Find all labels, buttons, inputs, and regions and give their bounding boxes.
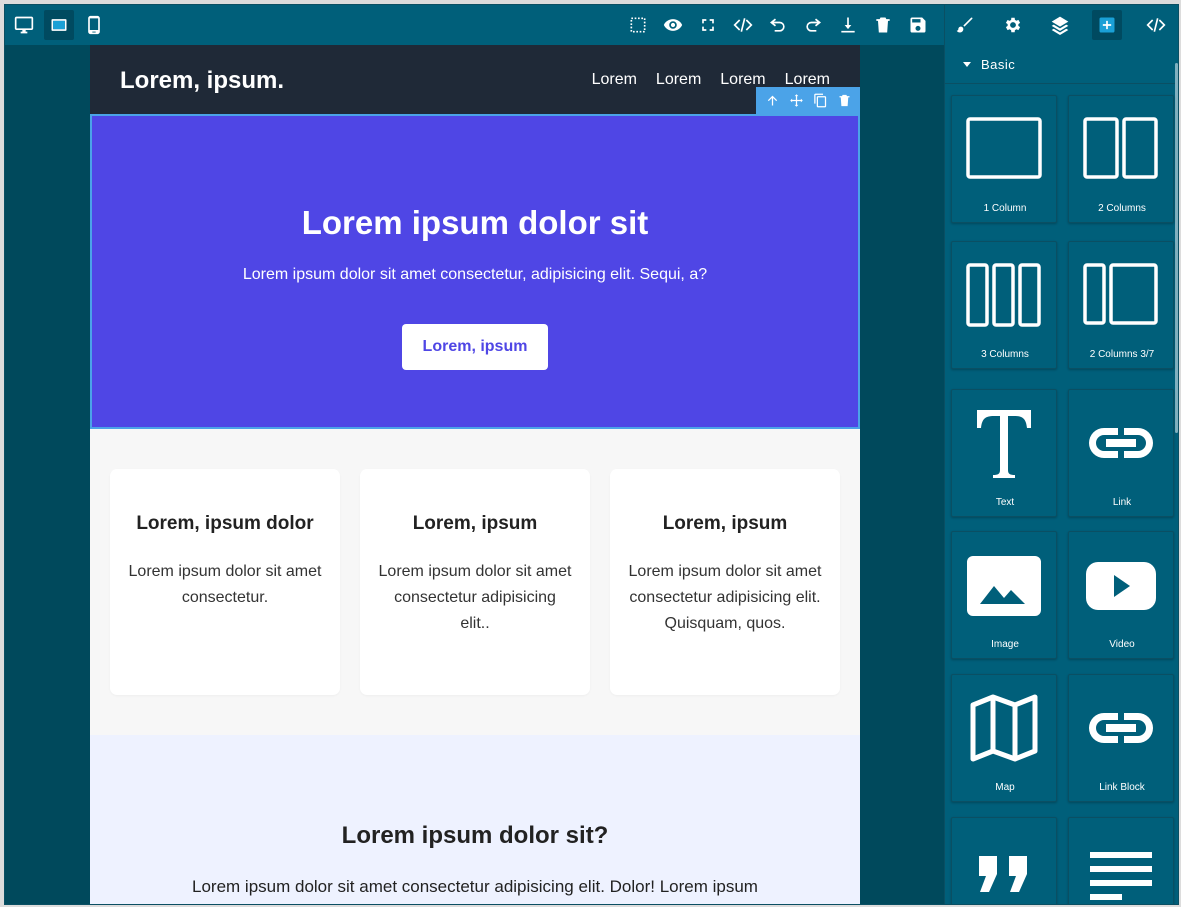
move-icon[interactable]: [789, 93, 804, 108]
copy-icon[interactable]: [813, 93, 828, 108]
style-manager-icon[interactable]: [950, 10, 980, 40]
block-text-section[interactable]: [1068, 817, 1174, 904]
faq-text[interactable]: Lorem ipsum dolor sit amet consectetur a…: [90, 877, 860, 897]
block-1-column[interactable]: 1 Column: [951, 95, 1057, 223]
settings-icon[interactable]: [998, 10, 1028, 40]
block-image[interactable]: Image: [951, 531, 1057, 659]
block-label: Image: [991, 639, 1019, 650]
card-title[interactable]: Lorem, ipsum: [360, 513, 590, 535]
select-parent-icon[interactable]: [765, 93, 780, 108]
block-category-label: Basic: [981, 56, 1016, 72]
faq-title[interactable]: Lorem ipsum dolor sit?: [90, 822, 860, 850]
block-video[interactable]: Video: [1068, 531, 1174, 659]
hero-button[interactable]: Lorem, ipsum: [402, 324, 548, 370]
text-section-icon: [1082, 836, 1160, 904]
redo-icon[interactable]: [798, 10, 828, 40]
export-icon[interactable]: [833, 10, 863, 40]
map-icon: [965, 693, 1043, 763]
block-link[interactable]: Link: [1068, 389, 1174, 517]
preview-icon[interactable]: [658, 10, 688, 40]
feature-card[interactable]: Lorem, ipsum Lorem ipsum dolor sit amet …: [360, 469, 590, 695]
block-2-columns-3-7[interactable]: 2 Columns 3/7: [1068, 241, 1174, 369]
selection-toolbar: [756, 87, 860, 114]
card-text[interactable]: Lorem ipsum dolor sit amet consectetur a…: [628, 559, 822, 637]
top-toolbar: [5, 5, 944, 45]
card-text[interactable]: Lorem ipsum dolor sit amet consectetur.: [128, 559, 322, 611]
two-columns-icon: [1082, 114, 1160, 184]
link-icon: [1082, 408, 1160, 478]
layer-manager-icon[interactable]: [1045, 10, 1075, 40]
caret-down-icon: [963, 61, 971, 67]
hero-subtitle[interactable]: Lorem ipsum dolor sit amet consectetur, …: [92, 266, 858, 284]
nav-link[interactable]: Lorem: [656, 71, 701, 89]
mobile-icon[interactable]: [79, 10, 109, 40]
one-column-icon: [965, 114, 1043, 184]
canvas-frame: Lorem, ipsum. Lorem Lorem Lorem Lorem Lo…: [90, 45, 860, 904]
block-label: 1 Column: [983, 203, 1027, 214]
hero-section[interactable]: Lorem ipsum dolor sit Lorem ipsum dolor …: [90, 114, 860, 429]
feature-card[interactable]: Lorem, ipsum Lorem ipsum dolor sit amet …: [610, 469, 840, 695]
block-label: Link Block: [1099, 782, 1145, 793]
hero-title[interactable]: Lorem ipsum dolor sit: [92, 204, 858, 242]
block-label: 2 Columns 3/7: [1089, 349, 1155, 360]
link-block-icon: [1082, 693, 1160, 763]
canvas: Lorem, ipsum. Lorem Lorem Lorem Lorem Lo…: [5, 45, 944, 904]
two-columns-3-7-icon: [1082, 260, 1160, 330]
desktop-icon[interactable]: [9, 10, 39, 40]
three-columns-icon: [965, 260, 1043, 330]
sw-visibility-icon[interactable]: [623, 10, 653, 40]
block-3-columns[interactable]: 3 Columns: [951, 241, 1057, 369]
features-section[interactable]: Lorem, ipsum dolor Lorem ipsum dolor sit…: [90, 429, 860, 735]
video-icon: [1082, 550, 1160, 620]
feature-card[interactable]: Lorem, ipsum dolor Lorem ipsum dolor sit…: [110, 469, 340, 695]
scrollbar[interactable]: [1175, 63, 1178, 433]
blocks-panel: Basic 1 Column 2 Columns 3 Columns 2 Col…: [944, 45, 1178, 904]
block-link-block[interactable]: Link Block: [1068, 674, 1174, 802]
nav-link[interactable]: Lorem: [592, 71, 637, 89]
text-icon: [965, 408, 1043, 478]
block-label: Text: [995, 497, 1015, 508]
block-map[interactable]: Map: [951, 674, 1057, 802]
blocks-icon[interactable]: [1092, 10, 1122, 40]
block-category-header[interactable]: Basic: [945, 45, 1178, 84]
block-label: 3 Columns: [981, 349, 1029, 360]
panel-switcher: [944, 5, 1178, 45]
save-icon[interactable]: [903, 10, 933, 40]
faq-section[interactable]: Lorem ipsum dolor sit? Lorem ipsum dolor…: [90, 735, 860, 904]
image-icon: [965, 550, 1043, 620]
editor-app: Lorem, ipsum. Lorem Lorem Lorem Lorem Lo…: [4, 4, 1179, 905]
undo-icon[interactable]: [763, 10, 793, 40]
card-title[interactable]: Lorem, ipsum dolor: [110, 513, 340, 535]
block-quote[interactable]: [951, 817, 1057, 904]
block-label: 2 Columns: [1098, 203, 1146, 214]
block-label: Video: [1109, 639, 1135, 650]
block-label: Map: [995, 782, 1015, 793]
block-text[interactable]: Text: [951, 389, 1057, 517]
block-2-columns[interactable]: 2 Columns: [1068, 95, 1174, 223]
block-label: Link: [1112, 497, 1132, 508]
fullscreen-icon[interactable]: [693, 10, 723, 40]
site-navbar[interactable]: Lorem, ipsum. Lorem Lorem Lorem Lorem: [90, 45, 860, 114]
site-logo[interactable]: Lorem, ipsum.: [120, 67, 284, 95]
tablet-icon[interactable]: [44, 10, 74, 40]
clear-canvas-icon[interactable]: [868, 10, 898, 40]
code-view-icon[interactable]: [728, 10, 758, 40]
code-icon[interactable]: [1141, 10, 1171, 40]
quote-icon: [965, 836, 1043, 904]
card-text[interactable]: Lorem ipsum dolor sit amet consectetur a…: [378, 559, 572, 637]
delete-icon[interactable]: [837, 93, 852, 108]
card-title[interactable]: Lorem, ipsum: [610, 513, 840, 535]
